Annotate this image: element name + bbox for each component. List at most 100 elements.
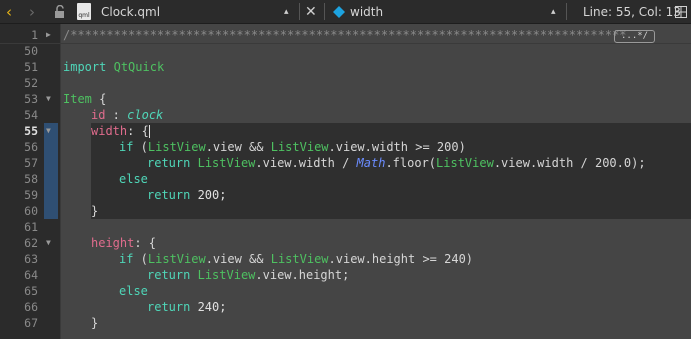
code-line: 58 else — [0, 171, 691, 187]
keyword: return — [147, 300, 191, 314]
line-number: 61 — [24, 220, 38, 234]
file-dropdown-icon[interactable]: ▴ — [284, 0, 289, 23]
code-text: .view.height >= 240) — [328, 252, 474, 266]
module-name: QtQuick — [113, 60, 165, 74]
fold-collapse-icon[interactable]: ▼ — [46, 91, 56, 107]
code-line: 60 } — [0, 203, 691, 219]
code-line: 65 else — [0, 283, 691, 299]
change-marker — [44, 171, 58, 187]
line-number: 50 — [24, 44, 38, 58]
separator-text: : — [105, 108, 128, 122]
identifier: ListView — [436, 156, 494, 170]
close-icon[interactable]: ✕ — [305, 0, 317, 23]
code-line: 63 if (ListView.view && ListView.view.he… — [0, 251, 691, 267]
identifier: ListView — [270, 252, 329, 266]
code-text: ( — [133, 252, 148, 266]
keyword: else — [119, 172, 148, 186]
fold-collapse-icon[interactable]: ▼ — [46, 235, 56, 251]
keyword: import — [63, 60, 107, 74]
text-cursor — [148, 125, 150, 138]
line-number: 52 — [24, 76, 38, 90]
symbol-dropdown-icon[interactable]: ▴ — [551, 0, 556, 23]
separator — [324, 3, 325, 20]
change-marker — [44, 187, 58, 203]
separator — [566, 3, 567, 20]
code-line: 67 } — [0, 315, 691, 331]
line-number: 60 — [24, 204, 38, 218]
change-marker — [44, 139, 58, 155]
fold-collapse-icon[interactable]: ▼ — [46, 123, 56, 139]
line-number: 62 — [24, 236, 38, 250]
line-number: 54 — [24, 108, 38, 122]
identifier: ListView — [270, 140, 329, 154]
code-line: 64 return ListView.view.height; — [0, 267, 691, 283]
keyword: return — [147, 188, 191, 202]
change-marker — [44, 203, 58, 219]
line-number: 64 — [24, 268, 38, 282]
line-number: 1 — [31, 28, 38, 42]
code-text: : { — [127, 124, 149, 138]
code-line: 66 return 240; — [0, 299, 691, 315]
code-text: } — [91, 204, 99, 218]
identifier: ListView — [147, 252, 206, 266]
separator — [299, 3, 300, 20]
identifier: ListView — [197, 268, 256, 282]
keyword: return — [147, 156, 191, 170]
back-arrow-icon[interactable]: ‹ — [6, 0, 12, 23]
lock-icon[interactable] — [54, 0, 66, 23]
code-line: 61 — [0, 219, 691, 235]
code-line: 53 ▼ Item { — [0, 91, 691, 107]
license-comment: /***************************************… — [63, 28, 627, 42]
line-number: 67 — [24, 316, 38, 330]
code-line: 50 — [0, 43, 691, 59]
code-text: 240; — [190, 300, 227, 314]
qml-file-icon: qml — [77, 0, 91, 23]
line-number: 63 — [24, 252, 38, 266]
line-number: 56 — [24, 140, 38, 154]
line-number: 57 — [24, 156, 38, 170]
code-line: 1 ▶ /***********************************… — [0, 27, 691, 43]
line-number: 59 — [24, 188, 38, 202]
code-text: .view.width / 200.0); — [493, 156, 646, 170]
code-text: : { — [134, 236, 157, 250]
line-number: 51 — [24, 60, 38, 74]
fold-expand-icon[interactable]: ▶ — [46, 27, 56, 43]
symbol-icon — [333, 0, 345, 23]
split-icon[interactable] — [675, 0, 687, 23]
code-line: 52 — [0, 75, 691, 91]
line-number: 66 — [24, 300, 38, 314]
symbol-selector[interactable]: width — [350, 0, 383, 23]
code-text: ( — [133, 140, 148, 154]
code-text: .view && — [205, 252, 271, 266]
code-text: .floor( — [385, 156, 437, 170]
keyword: return — [147, 268, 191, 282]
forward-arrow-icon[interactable]: › — [29, 0, 35, 23]
cursor-position[interactable]: Line: 55, Col: 13 — [583, 0, 681, 23]
keyword: else — [119, 284, 148, 298]
property-name: width — [91, 124, 128, 138]
code-line: 56 if (ListView.view && ListView.view.wi… — [0, 139, 691, 155]
code-line: 57 return ListView.view.width / Math.flo… — [0, 155, 691, 171]
folded-comment-marker[interactable]: ...*/ — [614, 30, 656, 43]
code-line: 54 id : clock — [0, 107, 691, 123]
file-name[interactable]: Clock.qml — [101, 0, 160, 23]
code-line-current: 55 ▼ width: { — [0, 123, 691, 139]
code-text: .view.width >= 200) — [328, 140, 466, 154]
keyword: if — [119, 140, 134, 154]
editor-toolbar: ‹ › qml Clock.qml ▴ ✕ width ▴ Line: 55, … — [0, 0, 691, 24]
code-text: .view && — [205, 140, 271, 154]
line-number: 58 — [24, 172, 38, 186]
line-number: 65 — [24, 284, 38, 298]
code-text: .view.width / — [255, 156, 357, 170]
code-line: 62 ▼ height: { — [0, 235, 691, 251]
identifier: ListView — [147, 140, 206, 154]
code-editor[interactable]: 1 ▶ /***********************************… — [0, 24, 691, 339]
identifier: Math — [356, 156, 386, 170]
id-value: clock — [127, 108, 164, 122]
qml-file-badge: qml — [78, 12, 90, 19]
code-line: 51 import QtQuick — [0, 59, 691, 75]
brace: { — [91, 92, 107, 106]
code-text: .view.height; — [255, 268, 350, 282]
identifier: ListView — [197, 156, 256, 170]
change-marker — [44, 155, 58, 171]
